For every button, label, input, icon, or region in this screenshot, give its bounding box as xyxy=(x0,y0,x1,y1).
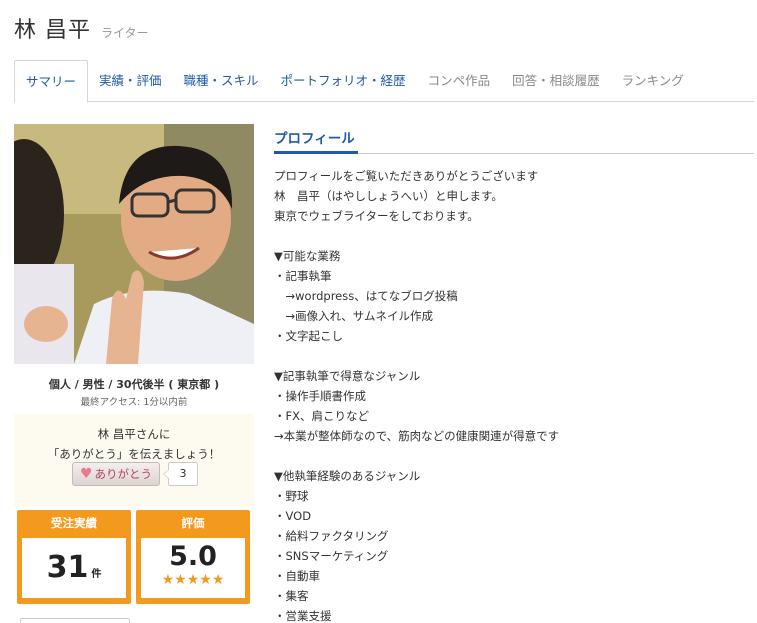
profile-text-line: ・野球 xyxy=(274,489,309,503)
orders-stat: 受注実績 31 件 xyxy=(17,510,131,604)
thanks-count: 3 xyxy=(163,462,198,486)
profile-text: プロフィールをご覧いただきありがとうございます林 昌平（はやししょうへい）と申し… xyxy=(274,166,754,623)
rating-stat: 評価 5.0 ★★★★★ xyxy=(136,510,250,604)
profile-header: 林 昌平 ライター xyxy=(14,12,149,44)
thanks-button[interactable]: ♥ ありがとう xyxy=(72,462,160,486)
profile-text-line: ・給料ファクタリング xyxy=(274,529,389,543)
next-panel-edge xyxy=(20,618,130,623)
rating-stat-body: 5.0 ★★★★★ xyxy=(141,538,245,598)
profile-text-line: ・操作手順書作成 xyxy=(274,389,366,403)
orders-stat-title: 受注実績 xyxy=(51,516,97,530)
profile-text-line: 林 昌平（はやししょうへい）と申します。 xyxy=(274,189,503,203)
profile-text-line: →画像入れ、サムネイル作成 xyxy=(274,309,434,323)
profile-text-line: ・集客 xyxy=(274,589,309,603)
tab-ranking[interactable]: ランキング xyxy=(611,60,695,102)
orders-unit: 件 xyxy=(91,569,102,580)
rating-stat-title: 評価 xyxy=(181,516,205,530)
tab-portfolio[interactable]: ポートフォリオ・経歴 xyxy=(270,60,417,102)
user-name: 林 昌平 xyxy=(14,18,91,43)
heart-icon: ♥ xyxy=(79,466,93,482)
profile-text-line xyxy=(274,226,754,246)
thanks-box: 林 昌平さんに 「ありがとう」を伝えましょう！ ♥ ありがとう 3 xyxy=(14,414,254,506)
profile-text-line xyxy=(274,446,754,466)
thanks-message: 林 昌平さんに xyxy=(97,427,171,441)
profile-text-line: ・記事執筆 xyxy=(274,269,332,283)
profile-text-line: ・FX、肩こりなど xyxy=(274,409,369,423)
tab-skills[interactable]: 職種・スキル xyxy=(173,60,270,102)
tab-answers[interactable]: 回答・相談履歴 xyxy=(501,60,611,102)
profile-text-line: ・営業支援 xyxy=(274,609,332,623)
tab-competition[interactable]: コンペ作品 xyxy=(417,60,502,102)
profile-text-line: 東京でウェブライターをしております。 xyxy=(274,209,479,223)
tab-achievements[interactable]: 実績・評価 xyxy=(88,60,173,102)
thanks-row: ♥ ありがとう 3 xyxy=(72,462,198,486)
profile-text-line xyxy=(274,346,754,366)
profile-photo xyxy=(14,124,254,364)
last-access: 最終アクセス: 1分以内前 xyxy=(80,397,188,408)
tab-summary[interactable]: サマリー xyxy=(14,60,89,103)
rating-stars-icon: ★★★★★ xyxy=(161,572,225,588)
profile-text-line: ▼他執筆経験のあるジャンル xyxy=(274,469,421,483)
profile-tabs: サマリー 実績・評価 職種・スキル ポートフォリオ・経歴 コンペ作品 回答・相談… xyxy=(14,60,754,103)
orders-count: 31 xyxy=(46,550,89,585)
section-title-underline xyxy=(274,151,358,154)
profile-text-line: ・自動車 xyxy=(274,569,320,583)
profile-text-line: →wordpress、はてなブログ投稿 xyxy=(274,289,458,303)
thanks-button-label: ありがとう xyxy=(94,467,153,481)
profile-meta: 個人 / 男性 / 30代後半 ( 東京都 ) xyxy=(48,378,220,391)
orders-stat-body: 31 件 xyxy=(22,538,126,598)
profile-text-line: ▼可能な業務 xyxy=(274,249,341,263)
profile-text-line: ・VOD xyxy=(274,509,312,523)
profile-text-line: プロフィールをご覧いただきありがとうございます xyxy=(274,169,539,183)
section-title: プロフィール xyxy=(274,131,355,147)
rating-value: 5.0 xyxy=(169,541,217,572)
profile-text-line: ・文字起こし xyxy=(274,329,343,343)
profile-text-line: ・SNSマーケティング xyxy=(274,549,389,563)
user-role: ライター xyxy=(101,26,149,40)
thanks-prompt: 「ありがとう」を伝えましょう！ xyxy=(47,447,221,461)
profile-text-line: →本業が整体師なので、筋肉などの健康関連が得意です xyxy=(274,429,560,443)
profile-text-line: ▼記事執筆で得意なジャンル xyxy=(274,369,421,383)
